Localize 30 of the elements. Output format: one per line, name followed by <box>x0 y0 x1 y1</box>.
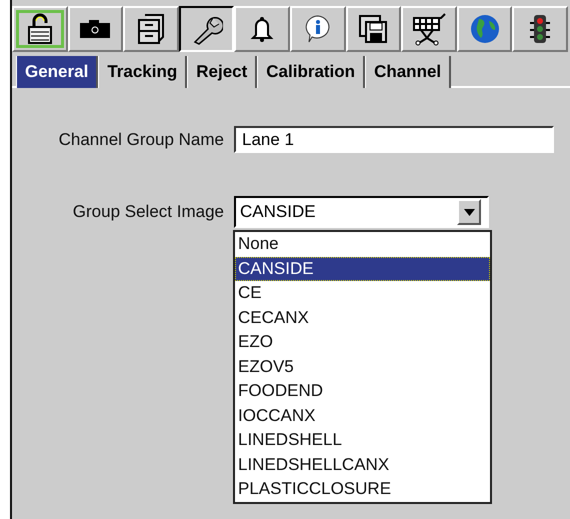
tab[interactable]: General <box>16 56 98 88</box>
camera-icon <box>79 19 112 39</box>
tab[interactable]: Reject <box>187 56 258 88</box>
tab[interactable]: Channel <box>365 56 452 88</box>
traffic-light-icon <box>528 13 552 45</box>
list-option[interactable]: FOODEND <box>235 379 490 404</box>
toolbar-button[interactable] <box>178 6 234 52</box>
list-option[interactable]: IOCCANX <box>235 404 490 428</box>
list-option[interactable]: PLASTICCLOSURE <box>235 477 490 502</box>
field-label: Group Select Image <box>72 202 225 222</box>
list-option[interactable]: CE <box>235 281 490 306</box>
list-option[interactable]: EZO <box>235 330 490 354</box>
globe-icon <box>468 13 501 45</box>
cart-icon <box>410 12 447 46</box>
list-option[interactable]: LINEDSHELLCANX <box>235 452 490 477</box>
list-option[interactable]: None <box>235 232 490 256</box>
list-option[interactable]: LINEDSHELL <box>235 428 490 452</box>
tab[interactable]: Tracking <box>98 56 188 88</box>
list-option[interactable]: EZOV5 <box>235 354 490 379</box>
list-option[interactable]: CANSIDE <box>235 256 490 281</box>
field-label: Channel Group Name <box>58 130 225 150</box>
caret-icon <box>464 208 474 216</box>
cabinet-icon <box>136 13 165 45</box>
list-option[interactable]: CECANX <box>235 306 490 330</box>
bell-icon <box>250 15 274 43</box>
dropdown[interactable]: CANSIDE <box>234 196 489 228</box>
floppy-icon <box>358 14 388 44</box>
dropdown-arrow-button[interactable] <box>457 199 481 225</box>
tab[interactable]: Calibration <box>257 56 366 88</box>
input-field[interactable]: Lane 1 <box>234 126 554 153</box>
